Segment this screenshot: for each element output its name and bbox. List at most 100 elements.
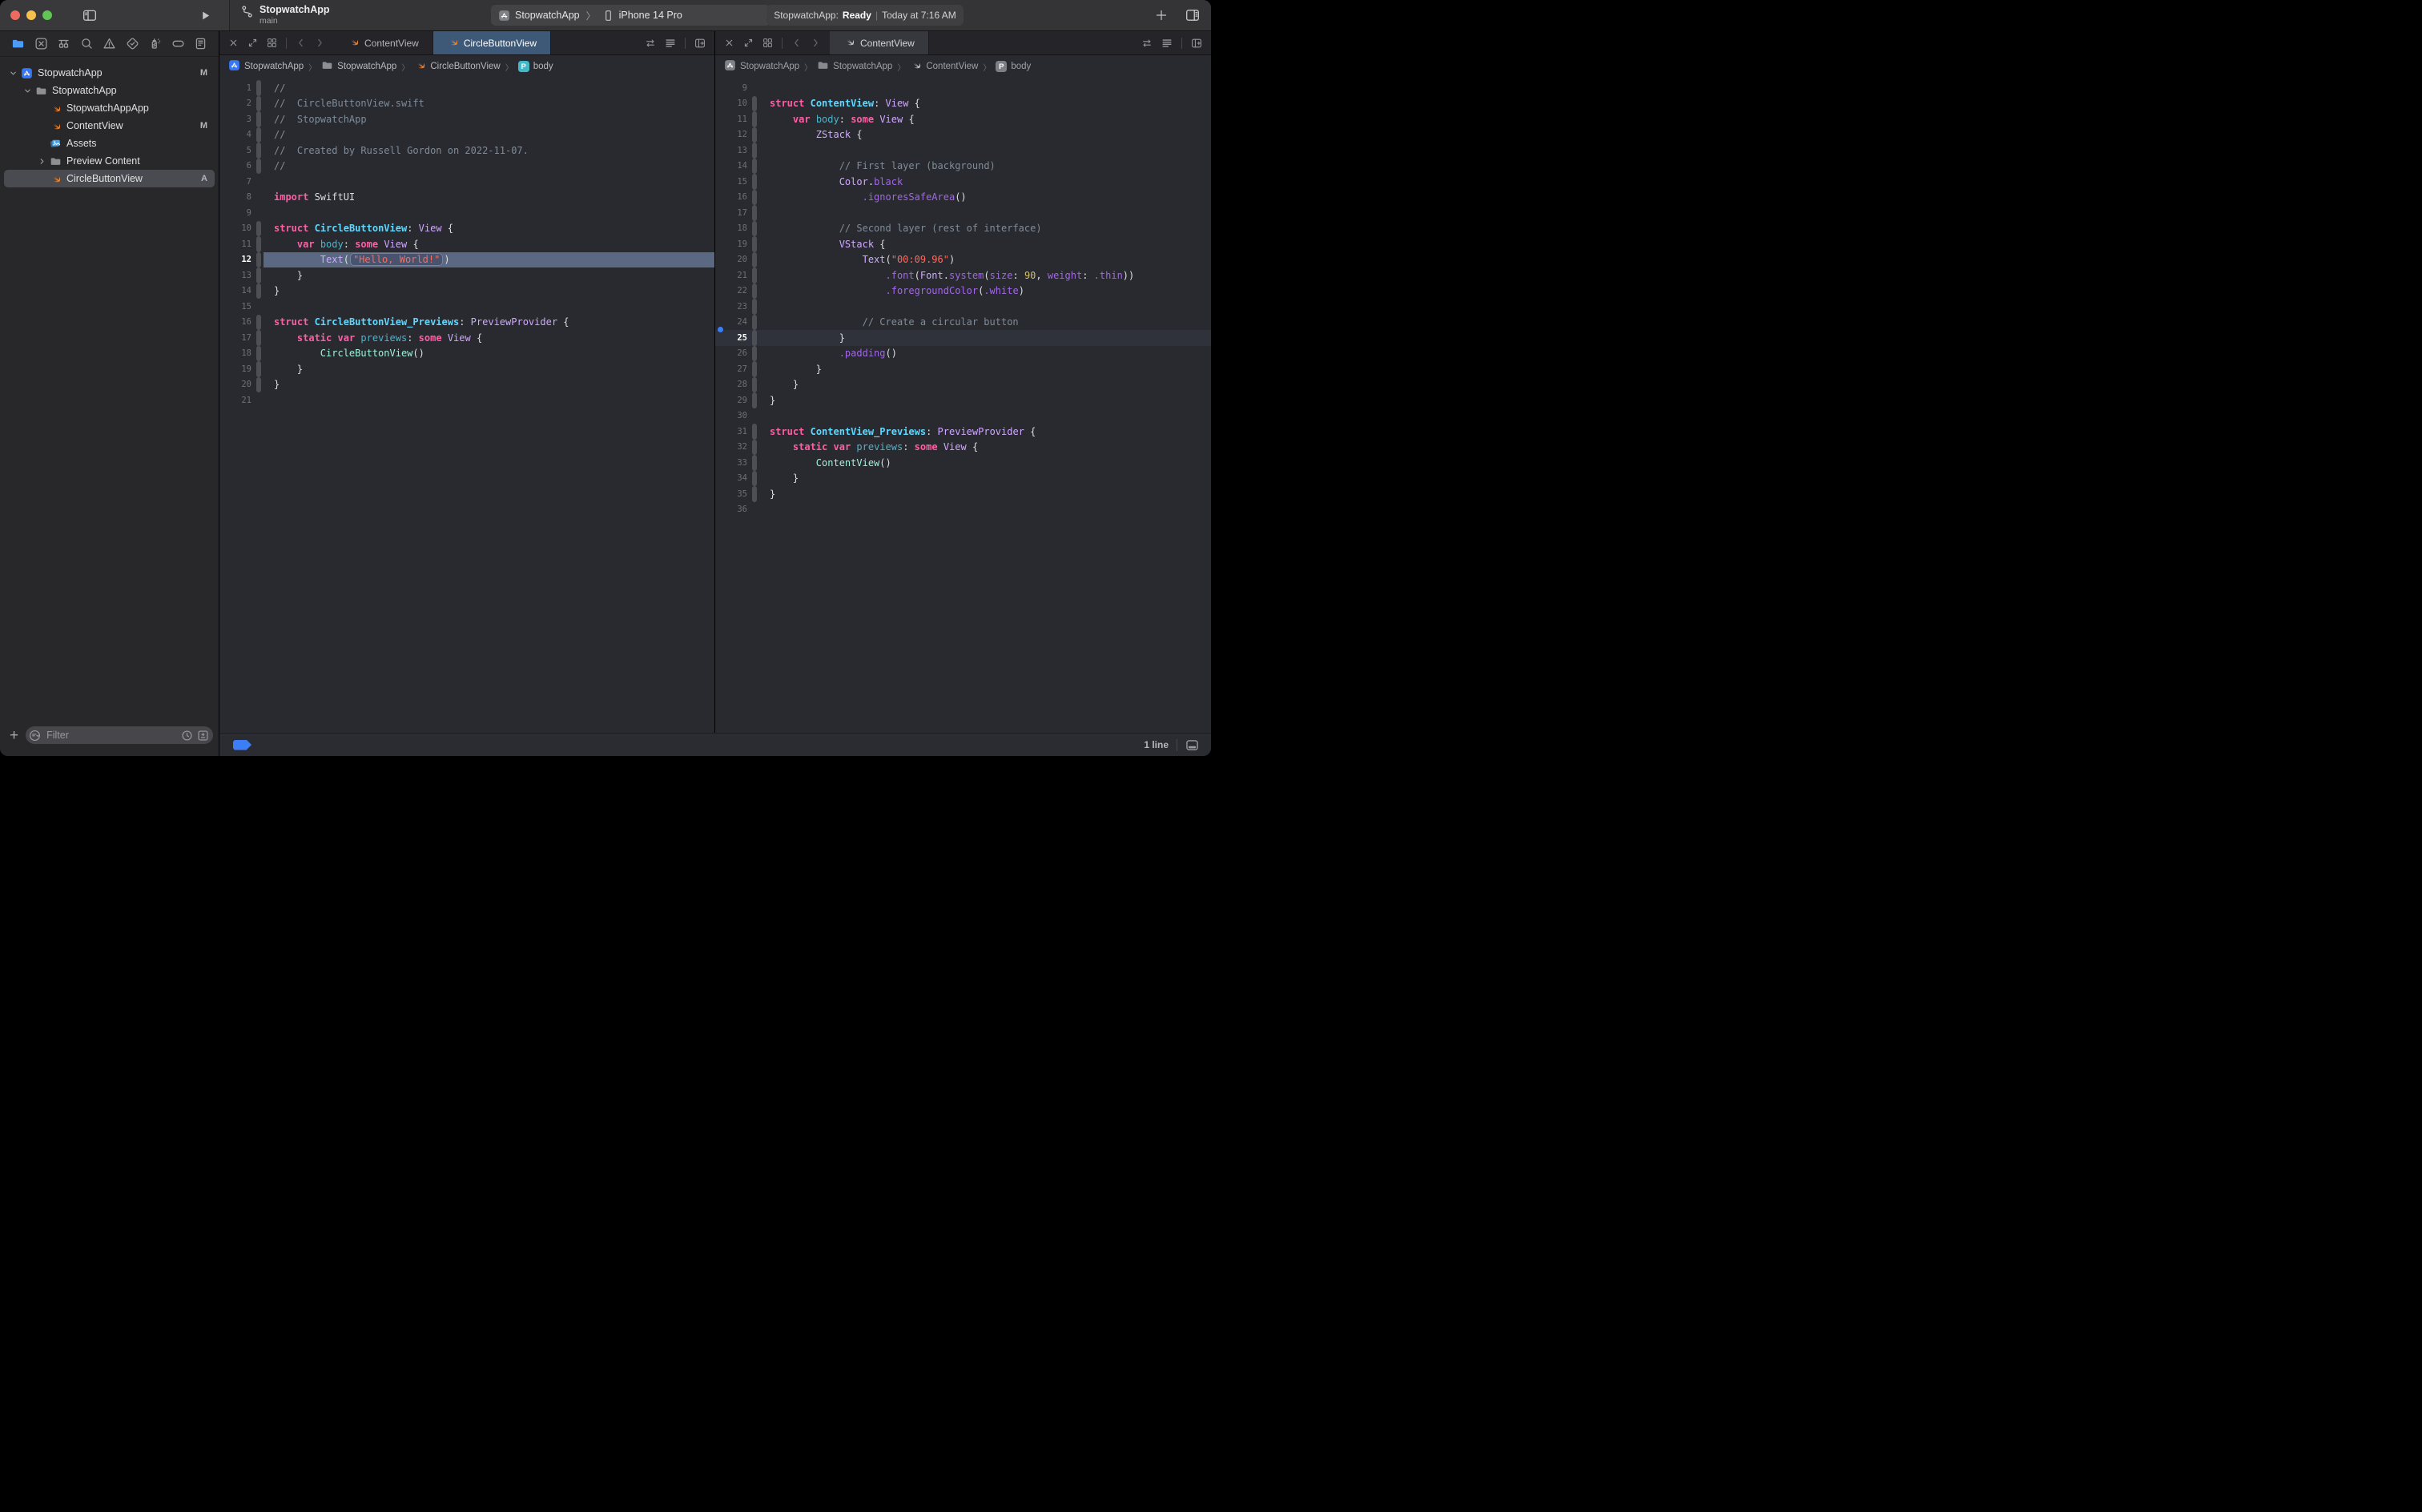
code-line-28: 28 }	[715, 376, 1211, 392]
code-review-icon[interactable]	[645, 38, 656, 49]
editor-grid-icon[interactable]	[267, 38, 277, 48]
close-editor-icon[interactable]	[724, 38, 734, 48]
add-filter-icon[interactable]	[197, 730, 209, 742]
breadcrumb-body[interactable]: Pbody	[996, 61, 1031, 72]
sidebar-item-assets[interactable]: Assets	[4, 135, 215, 152]
source-change-bar	[255, 95, 261, 111]
breadcrumb-stopwatchapp[interactable]: StopwatchApp	[817, 59, 892, 74]
code-line-31: 31 struct ContentView_Previews: PreviewPr…	[715, 424, 1211, 440]
test-navigator-icon[interactable]	[126, 37, 139, 50]
line-number: 20	[737, 255, 747, 265]
sidebar-item-contentview[interactable]: ContentView M	[4, 117, 215, 135]
code-review-icon[interactable]	[1141, 38, 1153, 49]
add-editor-icon[interactable]	[1191, 38, 1202, 49]
close-editor-icon[interactable]	[228, 38, 239, 48]
line-number: 18	[241, 348, 251, 359]
editor-grid-icon[interactable]	[762, 38, 773, 48]
status-project: StopwatchApp:	[774, 10, 839, 21]
minimize-window-button[interactable]	[26, 10, 36, 20]
change-bar-column	[749, 267, 759, 284]
breadcrumb-label: body	[1011, 62, 1032, 71]
breadcrumb-stopwatchapp[interactable]: StopwatchApp	[321, 59, 396, 74]
expand-editor-icon[interactable]	[743, 38, 754, 48]
debug-area-icon[interactable]	[1185, 738, 1199, 752]
symbol-navigator-icon[interactable]	[57, 37, 70, 50]
project-navigator-icon[interactable]	[11, 37, 25, 50]
change-bar-column	[253, 345, 264, 361]
expand-editor-icon[interactable]	[247, 38, 258, 48]
report-navigator-icon[interactable]	[194, 37, 207, 50]
sidebar-item-stopwatchapp[interactable]: StopwatchApp	[4, 82, 215, 99]
code-line-12: 12 ZStack {	[715, 127, 1211, 143]
file-label: ContentView	[66, 120, 123, 131]
code-line-15: 15 Color. black	[715, 174, 1211, 190]
change-bar-column	[749, 189, 759, 205]
tab-circlebuttonview[interactable]: CircleButtonView	[432, 31, 551, 54]
code-line-9: 9	[219, 205, 714, 221]
clock-icon[interactable]	[181, 730, 193, 742]
code-line-34: 34 }	[715, 470, 1211, 486]
source-editor[interactable]: 9 10 struct ContentView: View {11 var body…	[715, 78, 1211, 733]
change-bar-column	[749, 158, 759, 174]
line-number: 5	[246, 145, 251, 155]
adjust-editor-options-icon[interactable]	[665, 38, 676, 49]
line-number: 36	[737, 505, 747, 515]
chevron-right-icon: 〉	[897, 63, 906, 73]
tab-contentview[interactable]: ContentView	[830, 31, 929, 54]
breakpoint-navigator-icon[interactable]	[171, 37, 185, 50]
source-change-bar	[255, 283, 261, 299]
activity-status[interactable]: StopwatchApp: Ready | Today at 7:16 AM	[766, 5, 964, 26]
line-number: 31	[737, 426, 747, 436]
editor-layout-icon[interactable]	[1185, 8, 1200, 22]
disclosure-down-icon[interactable]	[7, 69, 19, 78]
close-window-button[interactable]	[10, 10, 20, 20]
disclosure-right-icon[interactable]	[36, 157, 48, 166]
filter-input[interactable]	[45, 729, 178, 742]
change-bar-column	[749, 251, 759, 267]
titlebar-left	[0, 0, 230, 30]
breadcrumb-stopwatchapp[interactable]: StopwatchApp	[724, 59, 799, 74]
source-change-bar	[751, 189, 757, 205]
breadcrumb-stopwatchapp[interactable]: StopwatchApp	[228, 59, 304, 74]
code-line-13: 13 }	[219, 267, 714, 284]
add-editor-icon[interactable]	[694, 38, 706, 49]
line-number: 20	[241, 380, 251, 390]
tab-contentview[interactable]: ContentView	[334, 31, 433, 54]
source-control-navigator-icon[interactable]	[34, 37, 48, 50]
code-text: ContentView()	[815, 456, 891, 468]
breadcrumb-circlebuttonview[interactable]: CircleButtonView	[414, 59, 501, 74]
breadcrumb-contentview[interactable]: ContentView	[910, 59, 978, 74]
sidebar-item-preview-content[interactable]: Preview Content	[4, 152, 215, 170]
source-change-bar	[255, 111, 261, 127]
source-editor[interactable]: 1 // 2 // CircleButtonView.swift 3 // Stopwat…	[219, 78, 714, 733]
add-file-button[interactable]: +	[10, 728, 18, 743]
forward-icon[interactable]	[315, 38, 325, 48]
scheme-selector[interactable]: StopwatchApp 〉 iPhone 14 Pro	[491, 5, 770, 26]
forward-icon[interactable]	[811, 38, 821, 48]
back-icon[interactable]	[296, 38, 306, 48]
zoom-window-button[interactable]	[42, 10, 52, 20]
debug-navigator-icon[interactable]	[148, 37, 162, 50]
disclosure-down-icon[interactable]	[22, 86, 34, 95]
code-text: .ignoresSafeArea()	[862, 191, 967, 203]
change-bar-column	[253, 205, 264, 221]
find-navigator-icon[interactable]	[80, 37, 94, 50]
active-scheme-summary[interactable]: StopwatchApp main	[240, 4, 330, 26]
filter-field[interactable]	[26, 726, 214, 744]
issue-navigator-icon[interactable]	[103, 37, 116, 50]
adjust-editor-options-icon[interactable]	[1161, 38, 1173, 49]
breadcrumb-body[interactable]: Pbody	[517, 61, 553, 72]
line-number: 19	[241, 364, 251, 374]
code-text: }	[274, 363, 304, 375]
plus-icon[interactable]	[1155, 9, 1168, 22]
sidebar-item-stopwatchappapp[interactable]: StopwatchAppApp	[4, 99, 215, 117]
sidebar-item-stopwatchapp[interactable]: StopwatchApp M	[4, 64, 215, 82]
code-line-32: 32 static var previews: some View {	[715, 439, 1211, 455]
sidebar-item-circlebuttonview[interactable]: CircleButtonView A	[4, 170, 215, 187]
source-change-bar	[751, 486, 757, 502]
sidebar-toggle-icon[interactable]	[82, 8, 97, 22]
filter-menu-icon[interactable]	[29, 730, 41, 742]
run-button[interactable]	[199, 10, 211, 22]
back-icon[interactable]	[791, 38, 802, 48]
